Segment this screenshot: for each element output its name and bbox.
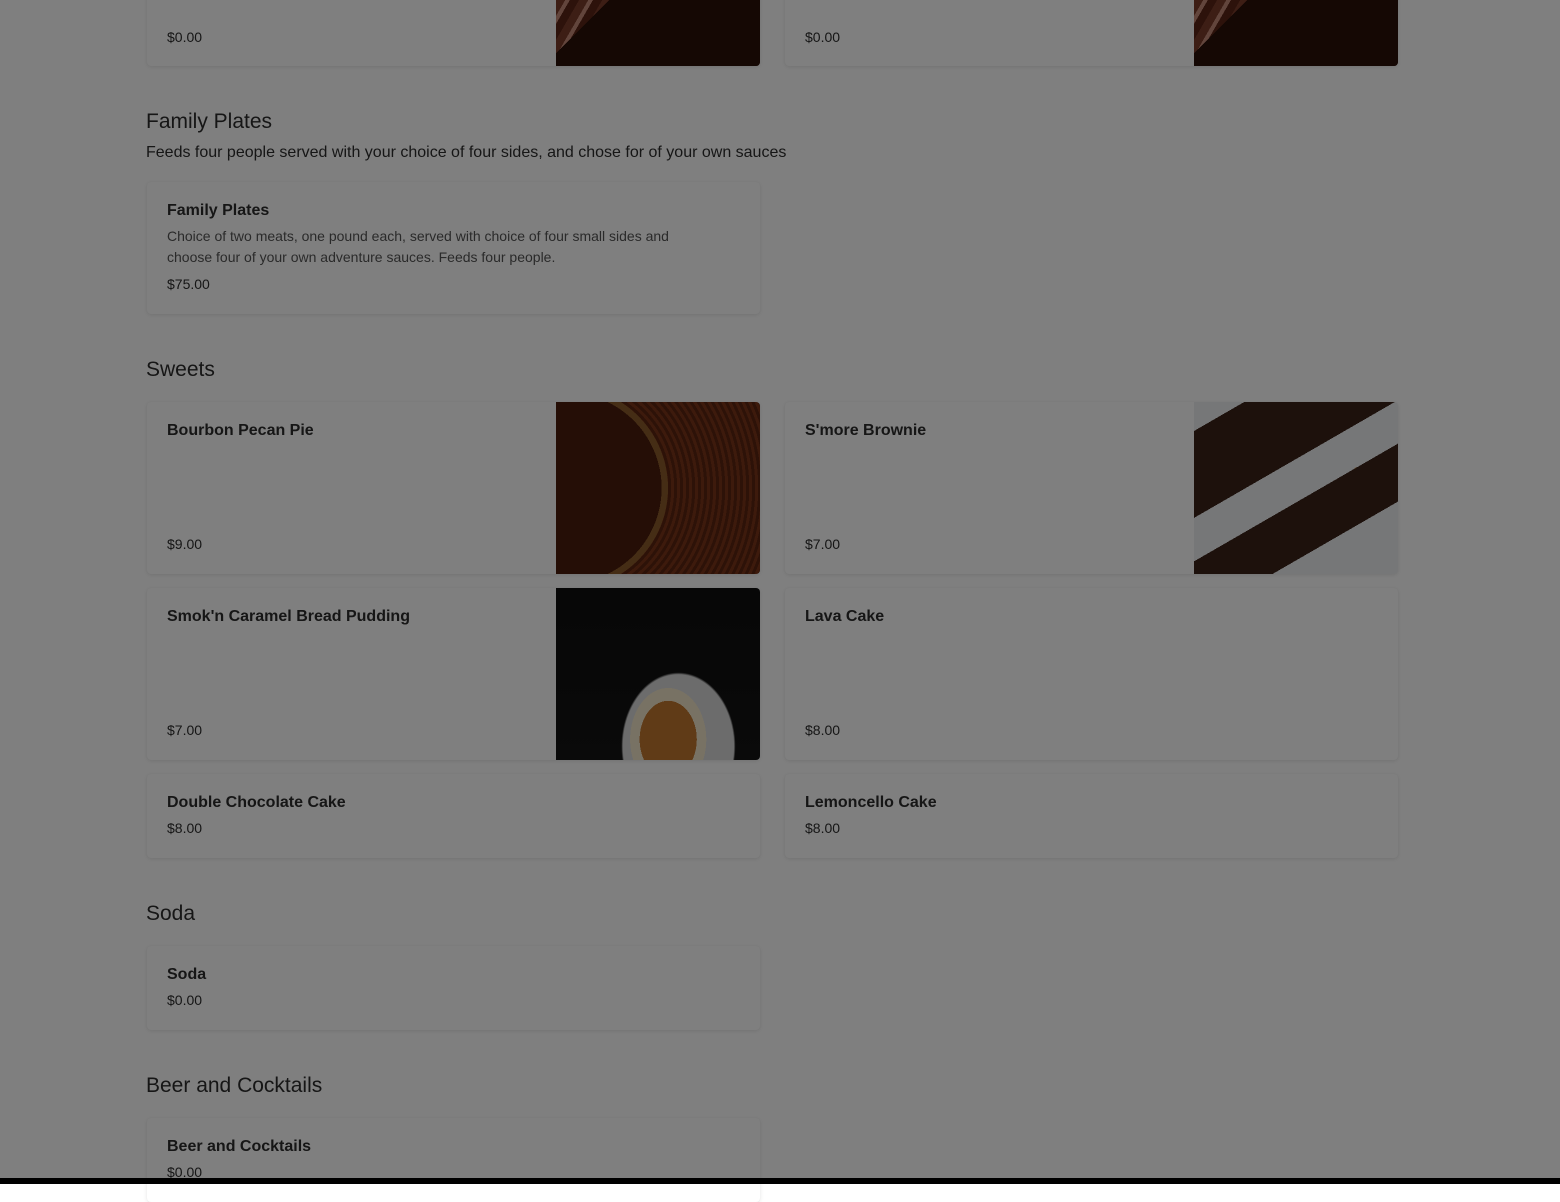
- item-name: Family Plates: [167, 202, 270, 219]
- item-description: Choice of two meats, one pound each, ser…: [167, 228, 669, 265]
- menu-item-card[interactable]: $0.00: [785, 0, 1398, 66]
- item-name: Double Chocolate Cake: [167, 794, 346, 811]
- menu-item-card[interactable]: Lava Cake $8.00: [785, 588, 1398, 760]
- item-name: Soda: [167, 966, 207, 983]
- item-price: $75.00: [167, 276, 210, 292]
- item-name: Smok'n Caramel Bread Pudding: [167, 608, 410, 625]
- section-title-soda: Soda: [146, 902, 196, 925]
- section-title-sweets: Sweets: [146, 358, 215, 381]
- menu-page: $0.00 $0.00 Family Plates Feeds four peo…: [0, 0, 1560, 1202]
- item-price: $0.00: [805, 29, 841, 45]
- menu-item-card[interactable]: Double Chocolate Cake $8.00: [147, 774, 760, 858]
- menu-item-card[interactable]: $0.00: [147, 0, 760, 66]
- menu-item-card[interactable]: Beer and Cocktails $0.00: [147, 1118, 760, 1202]
- menu-item-card[interactable]: Smok'n Caramel Bread Pudding $7.00: [147, 588, 760, 760]
- item-name: Beer and Cocktails: [167, 1138, 312, 1155]
- section-title-beer-and-cocktails: Beer and Cocktails: [146, 1074, 323, 1097]
- item-price: $8.00: [167, 820, 203, 836]
- menu-item-card[interactable]: Soda $0.00: [147, 946, 760, 1030]
- bottom-edge-bar: [0, 1178, 1560, 1184]
- section-title-family-plates: Family Plates: [146, 110, 273, 133]
- bread-pudding-image: [556, 588, 760, 760]
- item-price: $9.00: [167, 536, 203, 552]
- cake-image: [1194, 0, 1398, 66]
- item-price: $0.00: [167, 992, 203, 1008]
- menu-item-card[interactable]: Lemoncello Cake $8.00: [785, 774, 1398, 858]
- pecan-pie-image: [556, 402, 760, 574]
- menu-item-card[interactable]: S'more Brownie $7.00: [785, 402, 1398, 574]
- item-price: $0.00: [167, 29, 203, 45]
- item-price: $7.00: [167, 722, 203, 738]
- menu-item-card[interactable]: Bourbon Pecan Pie $9.00: [147, 402, 760, 574]
- menu-item-card[interactable]: Family Plates Choice of two meats, one p…: [147, 182, 760, 314]
- item-name: S'more Brownie: [805, 422, 927, 439]
- item-price: $8.00: [805, 820, 841, 836]
- item-name: Lava Cake: [805, 608, 885, 625]
- item-name: Bourbon Pecan Pie: [167, 422, 314, 439]
- item-price: $7.00: [805, 536, 841, 552]
- item-name: Lemoncello Cake: [805, 794, 937, 811]
- item-price: $8.00: [805, 722, 841, 738]
- brownie-image: [1194, 402, 1398, 574]
- section-description: Feeds four people served with your choic…: [146, 144, 787, 161]
- cake-image: [556, 0, 760, 66]
